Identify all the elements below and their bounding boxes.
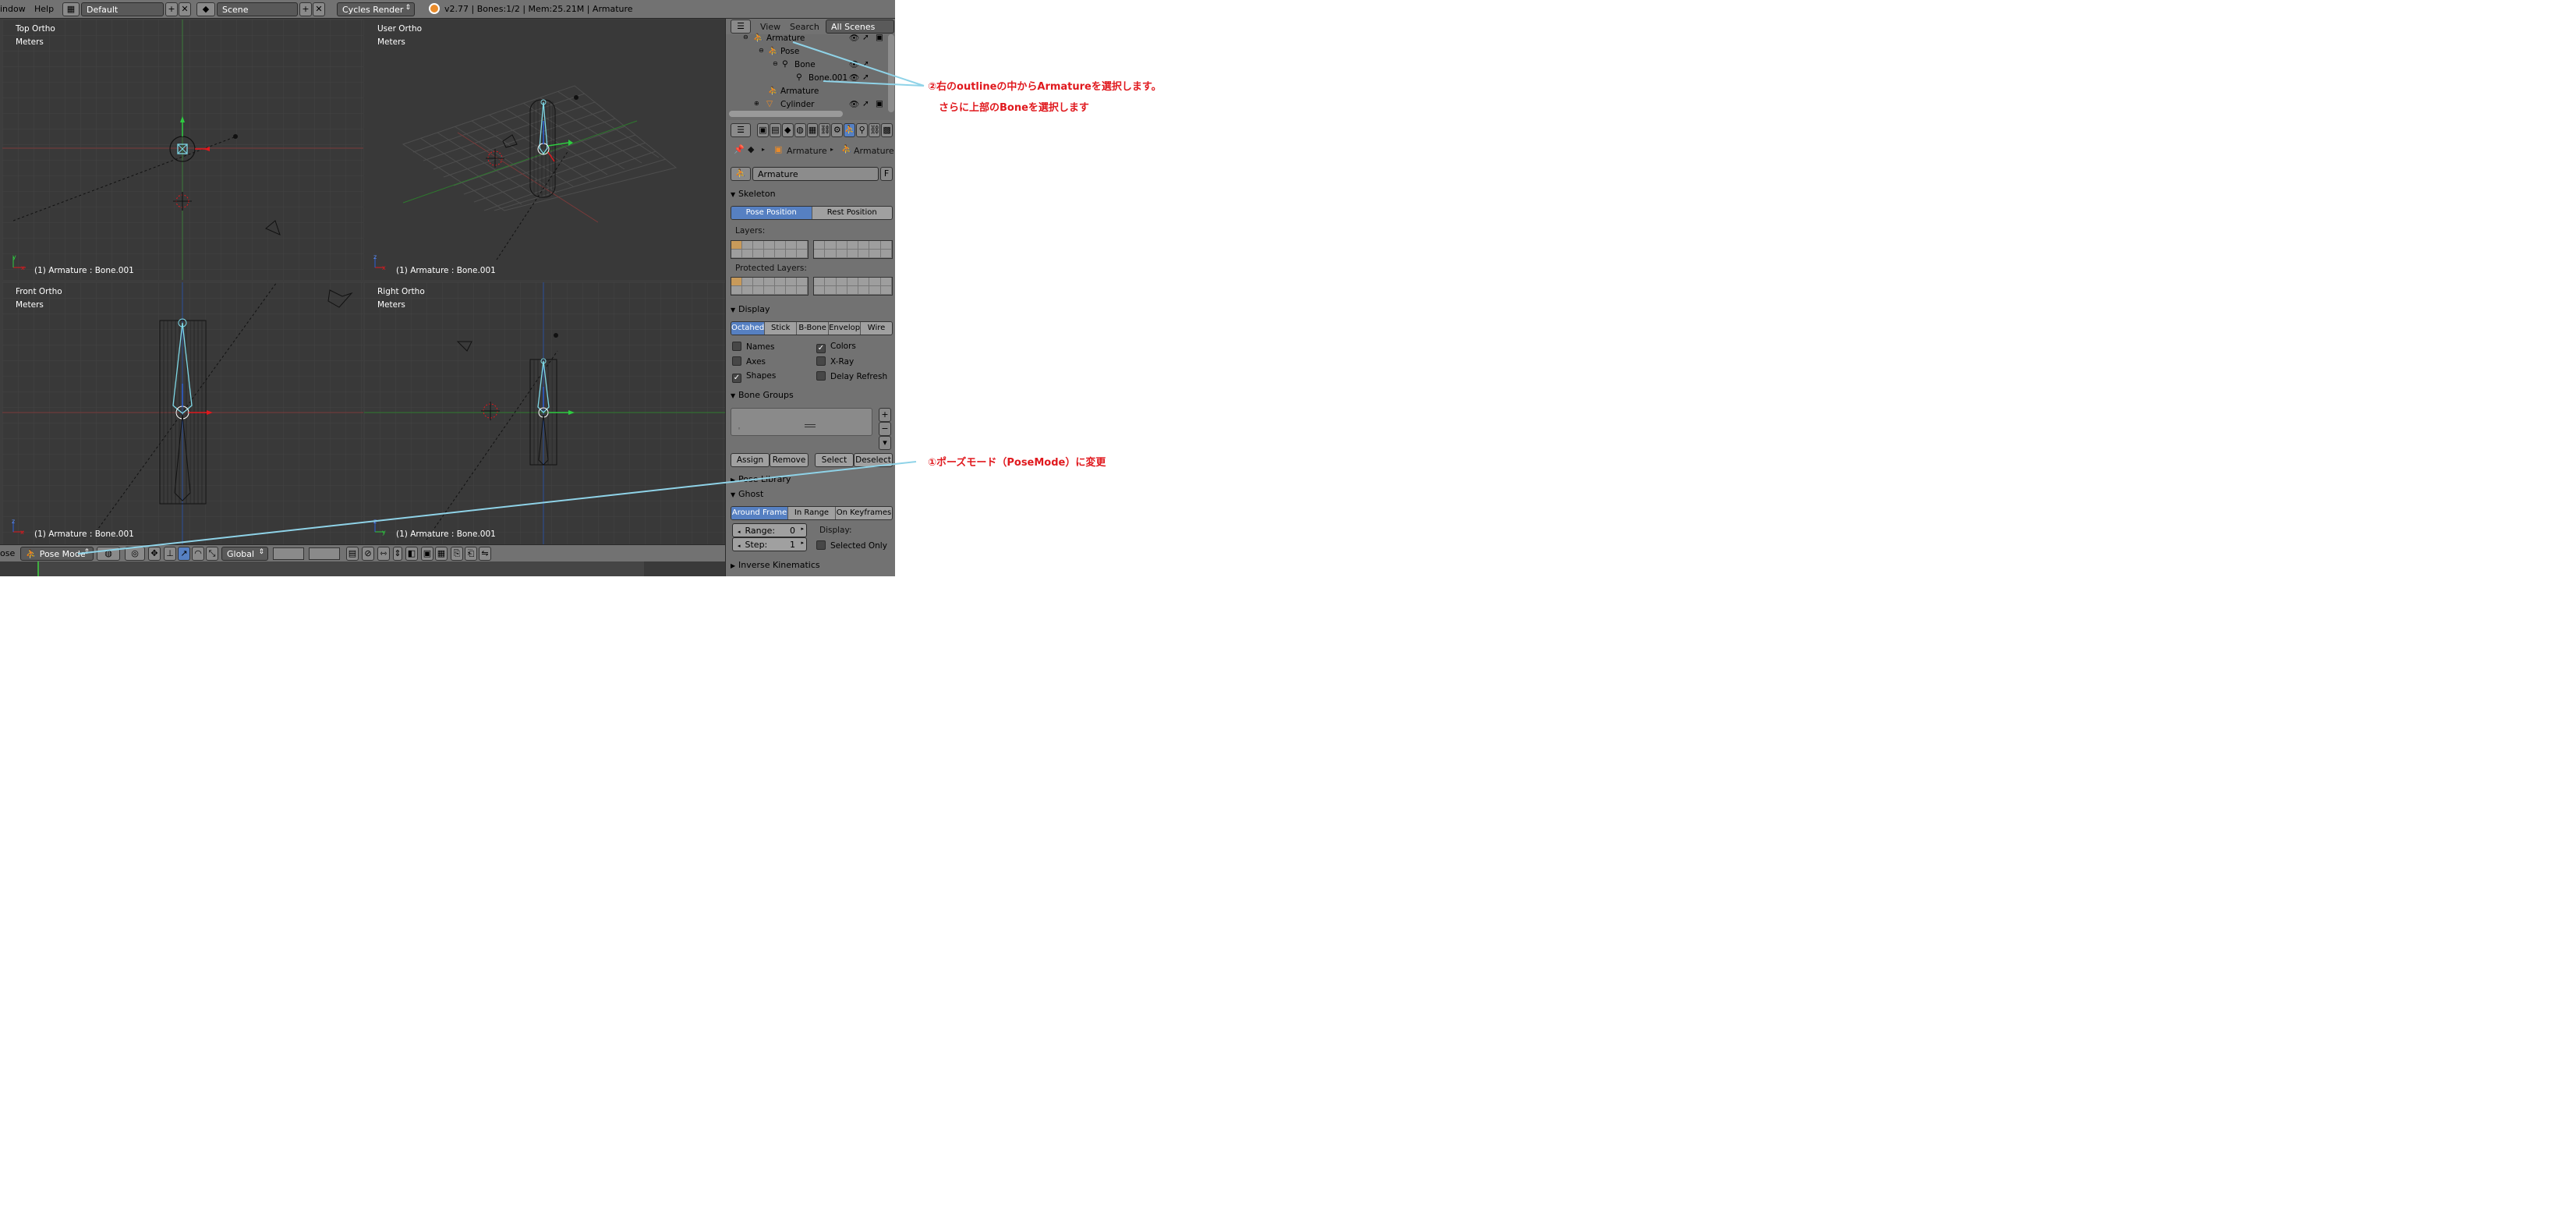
annotation-leader-lines <box>77 41 925 554</box>
